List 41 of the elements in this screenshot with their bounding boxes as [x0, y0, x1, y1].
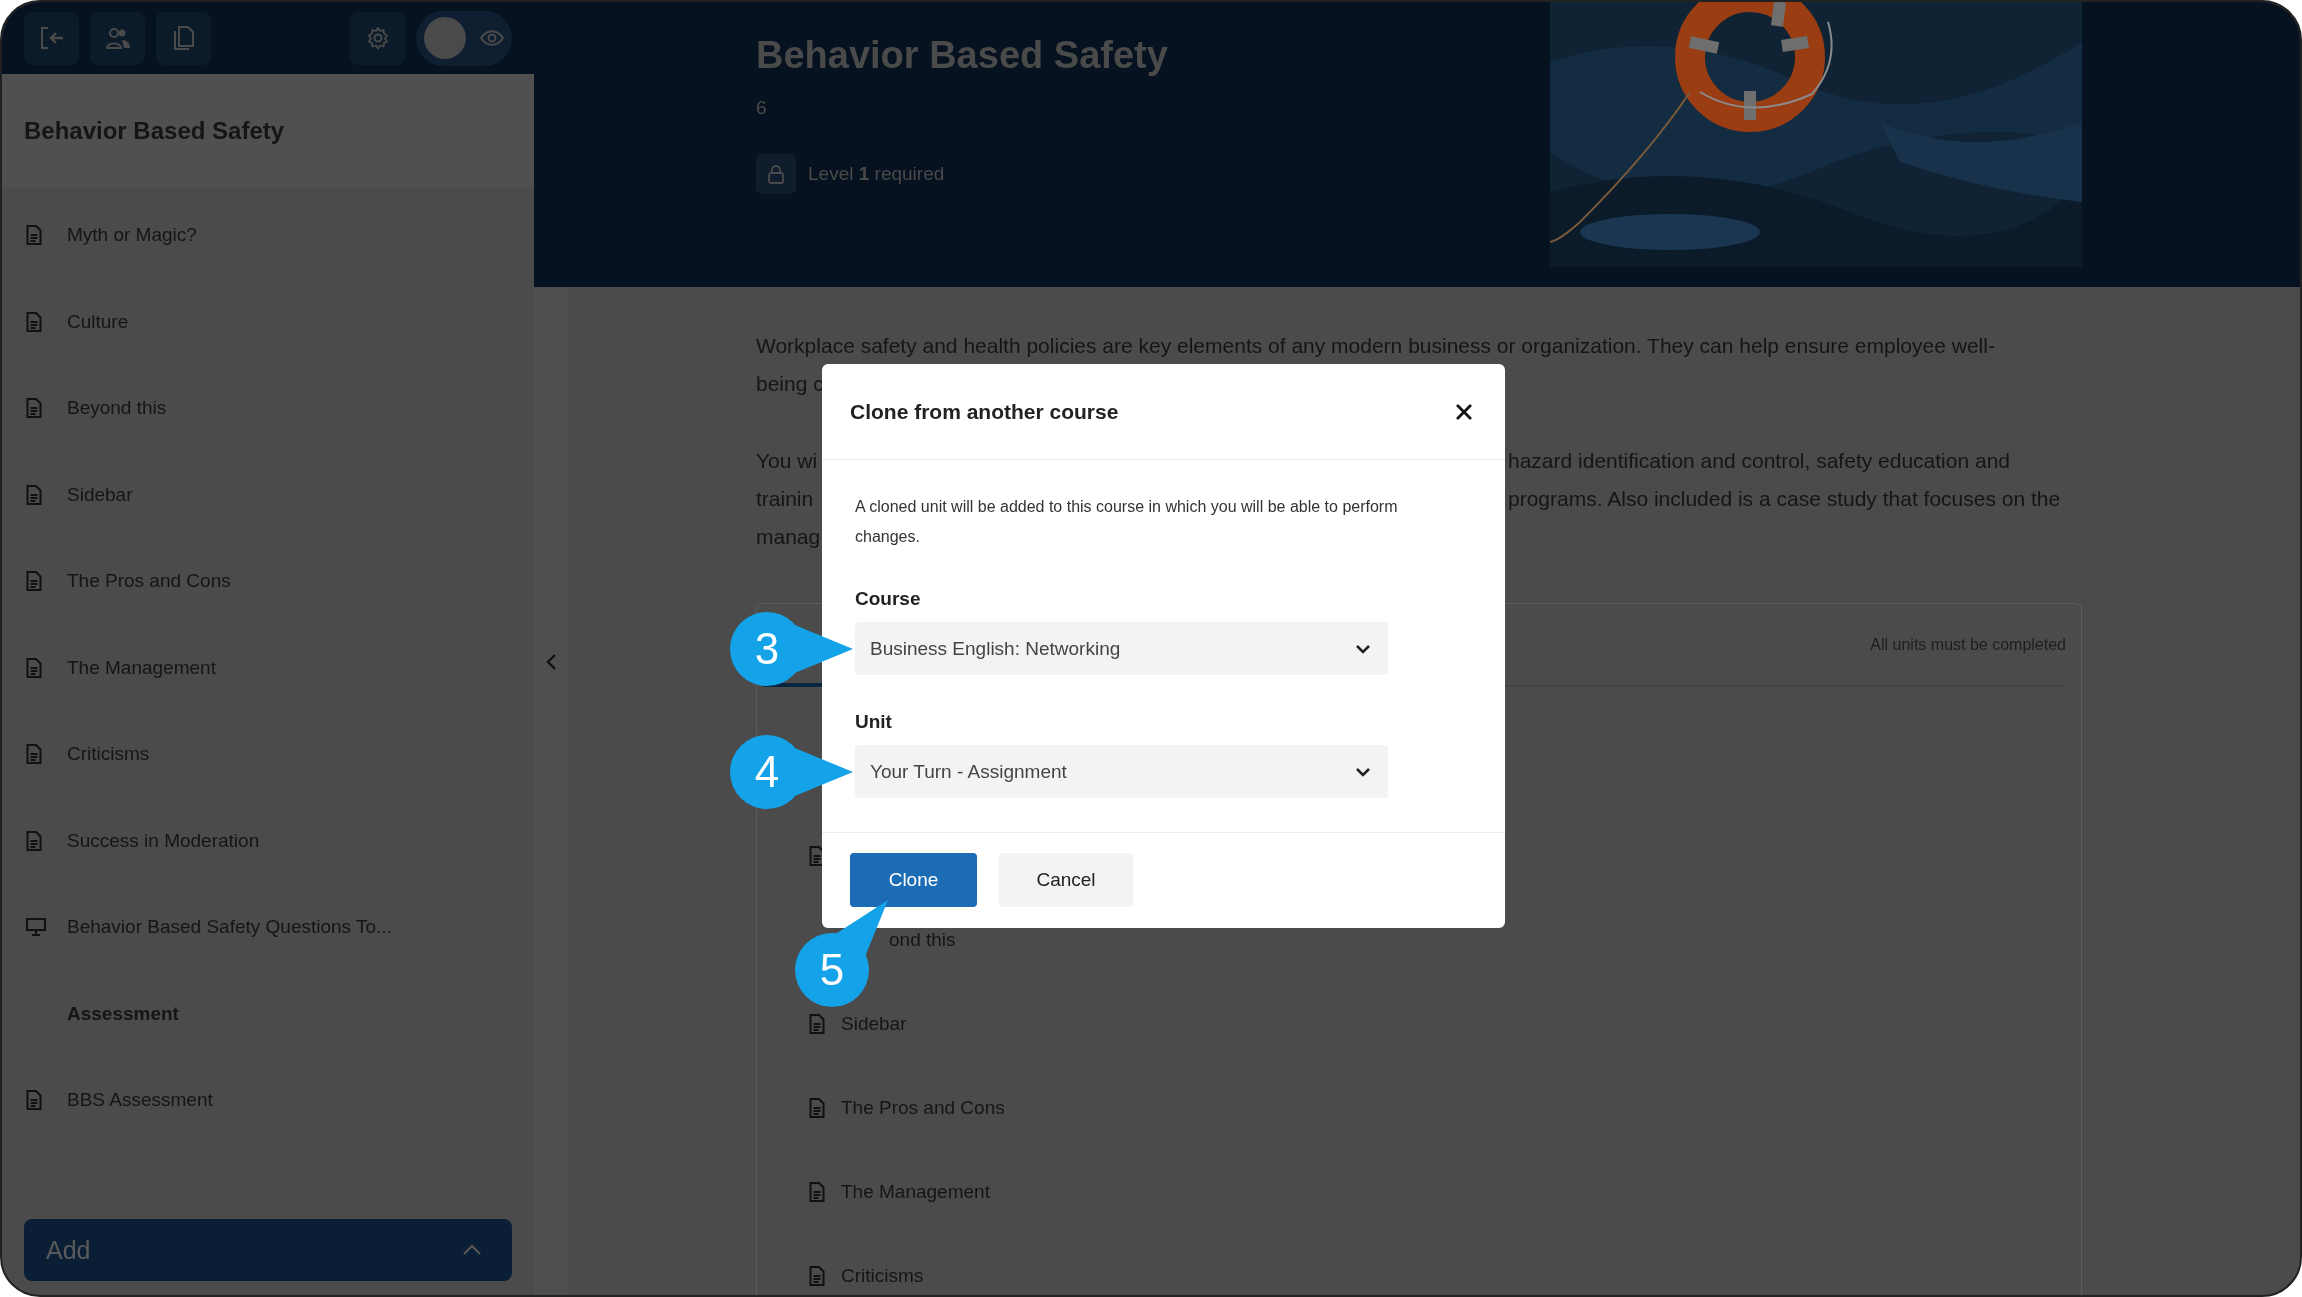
- document-icon: [809, 1266, 825, 1286]
- field-label: Unit: [855, 711, 893, 733]
- document-icon: [26, 571, 42, 592]
- document-icon: [26, 225, 42, 246]
- document-icon: [26, 1090, 42, 1111]
- document-icon: [26, 484, 42, 505]
- close-icon: [1455, 402, 1473, 421]
- document-icon: [26, 657, 42, 678]
- chevron-down-icon: [1355, 766, 1371, 777]
- monitor-icon: [26, 918, 46, 937]
- cancel-button[interactable]: Cancel: [999, 853, 1133, 907]
- eye-icon: [480, 30, 504, 46]
- chevron-down-icon: [1355, 643, 1371, 654]
- copy-button[interactable]: [156, 11, 211, 65]
- sidebar-title: Behavior Based Safety: [2, 74, 534, 188]
- field-label: Course: [855, 588, 922, 610]
- users-button[interactable]: [90, 11, 145, 65]
- document-icon: [26, 311, 42, 332]
- unit-count: 6: [756, 97, 768, 119]
- settings-button[interactable]: [350, 11, 405, 65]
- exit-button[interactable]: [24, 11, 79, 65]
- clone-button[interactable]: Clone: [850, 853, 977, 907]
- document-icon: [809, 1014, 825, 1034]
- chevron-up-icon: [462, 1244, 482, 1256]
- level-requirement: Level 1 required: [808, 163, 945, 185]
- document-icon: [809, 1098, 825, 1118]
- add-button[interactable]: Add: [24, 1219, 512, 1281]
- document-icon: [26, 830, 42, 851]
- dialog-title: Clone from another course: [850, 399, 1119, 424]
- dialog-description: A cloned unit will be added to this course in which you will be able to perform changes.: [855, 497, 1399, 547]
- course-title: Behavior Based Safety: [756, 34, 1168, 77]
- document-icon: [26, 398, 42, 419]
- document-icon: [809, 1182, 825, 1202]
- settings-icon: [365, 26, 390, 50]
- document-icon: [809, 846, 825, 866]
- exit-icon: [38, 26, 65, 50]
- users-icon: [104, 27, 131, 49]
- document-icon: [26, 744, 42, 765]
- collapse-icon[interactable]: [545, 652, 557, 671]
- lock-icon: [768, 164, 784, 184]
- copy-icon: [172, 25, 195, 51]
